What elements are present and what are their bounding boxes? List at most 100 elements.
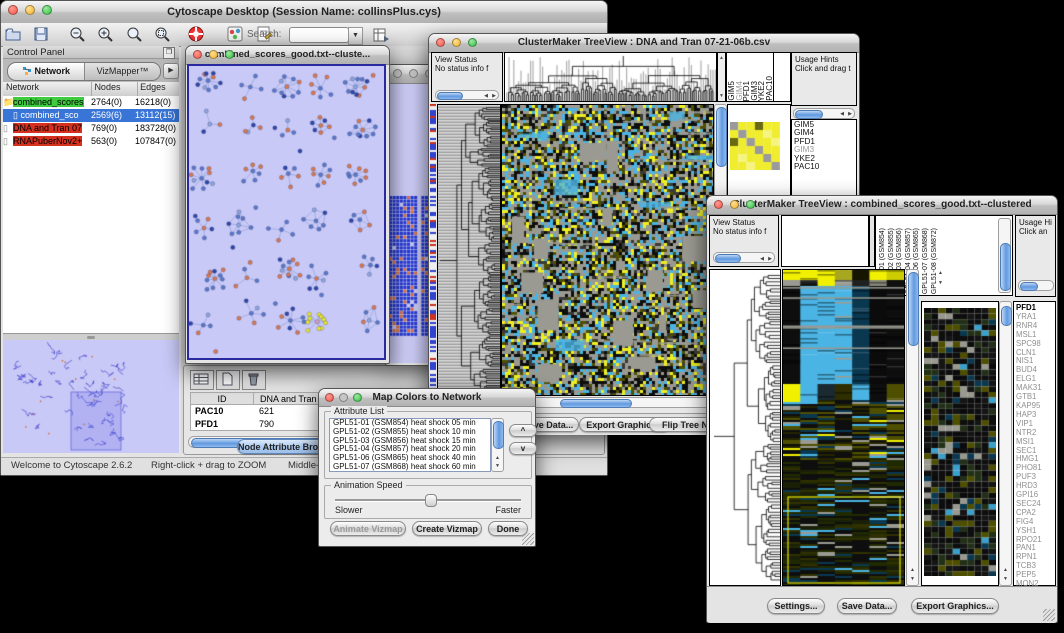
resize-grip[interactable] xyxy=(1043,609,1055,621)
tab-network[interactable]: Network xyxy=(8,63,85,80)
mini-heatmap-canvas[interactable] xyxy=(730,122,780,170)
network-overview-canvas[interactable] xyxy=(3,340,179,453)
attribute-item[interactable]: GPL51-02 (GSM855) heat shock 10 min xyxy=(330,428,490,437)
gene-label[interactable]: RPO21 xyxy=(1016,536,1055,545)
gene-label[interactable]: SEC1 xyxy=(1016,447,1055,456)
resize-grip[interactable] xyxy=(522,533,534,545)
scroll-left-icon[interactable] xyxy=(840,111,844,117)
gene-label[interactable]: NTR2 xyxy=(1016,429,1055,438)
move-up-button[interactable]: ^ xyxy=(509,424,537,437)
gene-label[interactable]: KAP95 xyxy=(1016,402,1055,411)
row-dendrogram-canvas[interactable] xyxy=(710,270,780,585)
gene-label[interactable]: NIS1 xyxy=(1016,357,1055,366)
attribute-item[interactable]: GPL51-07 (GSM868) heat shock 60 min xyxy=(330,463,490,472)
gene-label[interactable]: YRA1 xyxy=(1016,313,1055,322)
gene-label[interactable]: PAC10 xyxy=(794,163,856,171)
usage-hints-hscrollbar[interactable] xyxy=(793,108,855,119)
gene-label[interactable]: PFD1 xyxy=(1016,304,1055,313)
hscroll-thumb[interactable] xyxy=(437,92,463,100)
minimize-icon[interactable] xyxy=(452,38,461,47)
attribute-item[interactable]: GPL51-01 (GSM854) heat shock 05 min xyxy=(330,419,490,428)
main-title-bar[interactable]: Cytoscape Desktop (Session Name: collins… xyxy=(1,1,607,24)
column-dendrogram-pane[interactable] xyxy=(504,52,717,102)
new-attribute-icon[interactable] xyxy=(216,370,240,390)
tab-vizmapper[interactable]: VizMapper™ xyxy=(85,63,160,80)
gene-label[interactable]: ELG1 xyxy=(1016,375,1055,384)
column-label-vscrollbar[interactable] xyxy=(998,218,1011,293)
heatmap-pane[interactable] xyxy=(782,269,905,586)
gene-label[interactable]: PAN1 xyxy=(1016,544,1055,553)
export-graphics-button[interactable]: Export Graphics... xyxy=(911,598,999,614)
gene-label[interactable]: PHO81 xyxy=(1016,464,1055,473)
table-row[interactable]: ▯DNA and Tran 07 769(0) 183728(0) xyxy=(3,122,179,135)
network-canvas[interactable] xyxy=(189,66,384,358)
row-dendrogram-pane[interactable] xyxy=(437,104,501,396)
minimize-icon[interactable] xyxy=(730,200,739,209)
mini-heatmap-canvas[interactable] xyxy=(924,308,996,576)
close-icon[interactable] xyxy=(436,38,445,47)
table-row-selected[interactable]: ▯ combined_sco 2569(6) 13112(15) xyxy=(3,109,179,122)
gene-label[interactable]: HRD3 xyxy=(1016,482,1055,491)
column-dendrogram-pane[interactable] xyxy=(781,215,869,267)
heatmap-canvas[interactable] xyxy=(502,105,713,395)
treeview2-title-bar[interactable]: ClusterMaker TreeView : combined_scores_… xyxy=(707,196,1057,215)
speed-slider-thumb[interactable] xyxy=(425,494,437,507)
gene-label[interactable]: TCB3 xyxy=(1016,562,1055,571)
treeview1-title-bar[interactable]: ClusterMaker TreeView : DNA and Tran 07-… xyxy=(429,34,859,53)
network-title-bar[interactable]: combined_scores_good.txt--cluste... xyxy=(186,46,389,65)
view-status-hscrollbar[interactable] xyxy=(713,252,775,263)
close-icon[interactable] xyxy=(193,50,202,59)
scroll-left-icon[interactable] xyxy=(760,255,764,264)
gene-label[interactable]: GTB1 xyxy=(1016,393,1055,402)
gene-label[interactable]: PEP5 xyxy=(1016,571,1055,580)
attribute-item[interactable]: GPL51-03 (GSM856) heat shock 15 min xyxy=(330,437,490,446)
scroll-down-icon[interactable] xyxy=(910,576,915,582)
gene-label[interactable]: RPN1 xyxy=(1016,553,1055,562)
column-label[interactable]: YKE2 xyxy=(758,81,766,101)
gene-label[interactable]: BUD4 xyxy=(1016,366,1055,375)
zoom-window-icon[interactable] xyxy=(746,200,755,209)
scroll-left-icon[interactable] xyxy=(484,92,488,101)
window-controls[interactable] xyxy=(8,5,52,15)
scroll-up-icon[interactable] xyxy=(495,455,500,461)
hscroll-thumb[interactable] xyxy=(560,399,632,408)
col-id[interactable]: ID xyxy=(191,393,254,404)
close-icon[interactable] xyxy=(393,69,402,78)
table-row[interactable]: 📁combined_scores 2764(0) 16218(0) xyxy=(3,96,179,109)
delete-attribute-icon[interactable] xyxy=(242,370,266,390)
gene-label[interactable]: HMG1 xyxy=(1016,455,1055,464)
help-lifering-icon[interactable] xyxy=(187,25,205,43)
scroll-up-icon[interactable] xyxy=(719,55,724,61)
scroll-down-icon[interactable] xyxy=(938,280,943,286)
column-dendrogram-canvas[interactable] xyxy=(505,53,716,101)
zoom-selected-icon[interactable] xyxy=(153,25,171,43)
scroll-down-icon[interactable] xyxy=(719,93,724,99)
scroll-down-icon[interactable] xyxy=(495,463,500,469)
scroll-right-icon[interactable] xyxy=(848,111,852,117)
create-vizmap-button[interactable]: Create Vizmap xyxy=(412,521,482,536)
close-icon[interactable] xyxy=(325,393,334,402)
search-dropdown-icon[interactable]: ▼ xyxy=(348,27,363,45)
close-icon[interactable] xyxy=(714,200,723,209)
vscroll-thumb[interactable] xyxy=(1001,306,1012,326)
minimize-icon[interactable] xyxy=(209,50,218,59)
zoom-in-icon[interactable] xyxy=(96,25,114,43)
vscroll-thumb[interactable] xyxy=(493,421,504,449)
table-row[interactable]: ▯RNAPuberNov2+ 563(0) 107847(0) xyxy=(3,135,179,148)
tab-more-icon[interactable] xyxy=(163,63,179,79)
gene-label[interactable]: CPA2 xyxy=(1016,509,1055,518)
minimize-icon[interactable] xyxy=(25,5,35,15)
close-icon[interactable] xyxy=(8,5,18,15)
gene-label[interactable]: VIP1 xyxy=(1016,420,1055,429)
gene-label[interactable]: FIG4 xyxy=(1016,518,1055,527)
zoom-out-icon[interactable] xyxy=(68,25,86,43)
usage-hints-hscrollbar[interactable] xyxy=(1018,280,1054,291)
heatmap-canvas[interactable] xyxy=(783,270,904,585)
attribute-grid-icon[interactable] xyxy=(190,370,214,390)
save-icon[interactable] xyxy=(32,25,50,43)
settings-button[interactable]: Settings... xyxy=(767,598,825,614)
mini-vscrollbar[interactable] xyxy=(999,301,1012,586)
view-status-hscrollbar[interactable] xyxy=(435,90,499,100)
float-panel-icon[interactable]: ❐ xyxy=(163,47,175,59)
scroll-right-icon[interactable] xyxy=(768,255,772,264)
